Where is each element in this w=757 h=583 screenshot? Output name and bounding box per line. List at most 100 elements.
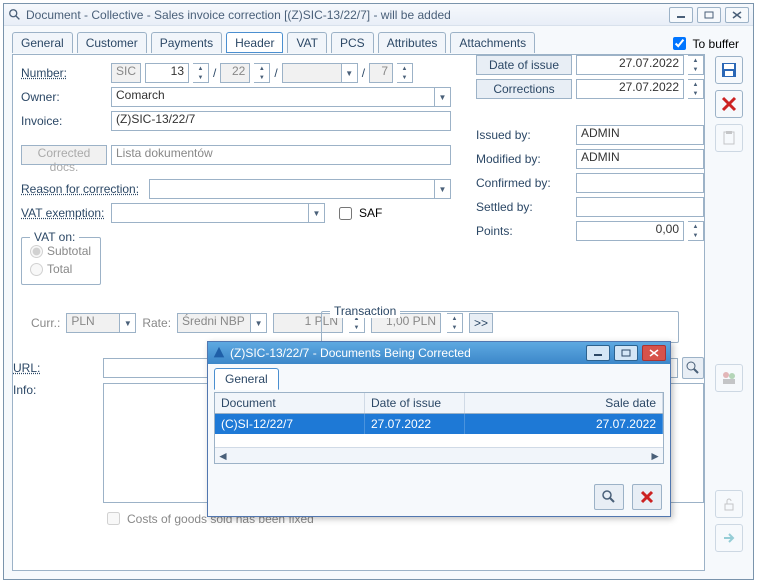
- tab-vat[interactable]: VAT: [287, 32, 327, 53]
- date-of-issue-button[interactable]: Date of issue: [476, 55, 572, 75]
- points-label: Points:: [476, 224, 572, 238]
- unlock-icon: [715, 490, 743, 518]
- tab-pcs[interactable]: PCS: [331, 32, 374, 53]
- rate-type-field: Średni NBP: [177, 313, 251, 333]
- magnifier-icon: [8, 8, 22, 22]
- corrections-button[interactable]: Corrections: [476, 79, 572, 99]
- reason-label: Reason for correction:: [21, 182, 145, 196]
- col-date[interactable]: Date of issue: [365, 393, 465, 413]
- vat-on-legend: VAT on:: [30, 230, 79, 244]
- sub-search-button[interactable]: [594, 484, 624, 510]
- info-label: Info:: [13, 383, 99, 397]
- col-sale[interactable]: Sale date: [465, 393, 663, 413]
- reason-field[interactable]: [149, 179, 435, 199]
- delete-icon[interactable]: [715, 90, 743, 118]
- number-prefix: SIC: [111, 63, 141, 83]
- issued-by-label: Issued by:: [476, 128, 572, 142]
- sub-window-title: (Z)SIC-13/22/7 - Documents Being Correct…: [230, 346, 471, 360]
- number-seg4-spinner[interactable]: ▲▼: [397, 63, 413, 83]
- saf-checkbox[interactable]: SAF: [335, 204, 382, 223]
- clipboard-icon: [715, 124, 743, 152]
- arrow-right-icon: [715, 524, 743, 552]
- save-icon[interactable]: [715, 56, 743, 84]
- vat-exemption-field[interactable]: [111, 203, 309, 223]
- modified-by-field: ADMIN: [576, 149, 704, 169]
- corrections-spin[interactable]: ▲▼: [688, 79, 704, 99]
- points-spin[interactable]: ▲▼: [688, 221, 704, 241]
- corrected-docs-field[interactable]: Lista dokumentów: [111, 145, 451, 165]
- rate-label: Rate:: [142, 316, 171, 330]
- sub-body: General Document Date of issue Sale date…: [208, 364, 670, 516]
- users-icon: [715, 364, 743, 392]
- confirmed-by-field: [576, 173, 704, 193]
- vat-subtotal-radio[interactable]: Subtotal: [30, 244, 92, 258]
- corrected-docs-button[interactable]: Corrected docs.: [21, 145, 107, 165]
- sub-tab-general[interactable]: General: [214, 368, 279, 390]
- to-buffer-checkbox[interactable]: To buffer: [669, 34, 745, 53]
- corrections-field[interactable]: 27.07.2022: [576, 79, 684, 99]
- minimize-button[interactable]: [669, 7, 693, 23]
- curr-drop[interactable]: ▼: [120, 313, 136, 333]
- number-seg3: [282, 63, 342, 83]
- tab-general[interactable]: General: [12, 32, 73, 53]
- issued-by-field: ADMIN: [576, 125, 704, 145]
- tab-attachments[interactable]: Attachments: [450, 32, 535, 53]
- number-seg3-drop[interactable]: ▼: [342, 63, 358, 83]
- vat-exemption-label: VAT exemption:: [21, 206, 107, 220]
- right-column: Date of issue 27.07.2022 ▲▼ Corrections …: [476, 55, 704, 245]
- vat-total-radio[interactable]: Total: [30, 262, 92, 276]
- sub-minimize-button[interactable]: [586, 345, 610, 361]
- sub-close-button[interactable]: [642, 345, 666, 361]
- number-seg2-spinner[interactable]: ▲▼: [254, 63, 270, 83]
- table-row[interactable]: (C)SI-12/22/7 27.07.2022 27.07.2022: [215, 414, 663, 434]
- cell-sale: 27.07.2022: [465, 414, 663, 434]
- settled-by-field: [576, 197, 704, 217]
- number-label: Number:: [21, 66, 107, 80]
- curr-field: PLN: [66, 313, 120, 333]
- curr-label: Curr.:: [31, 316, 60, 330]
- tabstrip: General Customer Payments Header VAT PCS…: [4, 26, 753, 53]
- close-button[interactable]: [725, 7, 749, 23]
- reason-drop[interactable]: ▼: [435, 179, 451, 199]
- url-browse-button[interactable]: [682, 357, 704, 379]
- sub-app-icon: [212, 346, 226, 360]
- cell-date: 27.07.2022: [365, 414, 465, 434]
- settled-by-label: Settled by:: [476, 200, 572, 214]
- transaction-legend: Transaction: [330, 304, 400, 318]
- grid-header: Document Date of issue Sale date: [215, 393, 663, 414]
- number-main[interactable]: 13: [145, 63, 189, 83]
- rate-type-drop[interactable]: ▼: [251, 313, 267, 333]
- cell-doc: (C)SI-12/22/7: [215, 414, 365, 434]
- owner-drop[interactable]: ▼: [435, 87, 451, 107]
- window-title: Document - Collective - Sales invoice co…: [26, 8, 451, 22]
- points-field[interactable]: 0,00: [576, 221, 684, 241]
- titlebar: Document - Collective - Sales invoice co…: [4, 4, 753, 26]
- date-of-issue-spin[interactable]: ▲▼: [688, 55, 704, 75]
- owner-field[interactable]: Comarch: [111, 87, 435, 107]
- number-seg4: 7: [369, 63, 393, 83]
- tab-header[interactable]: Header: [226, 32, 283, 53]
- sub-titlebar: (Z)SIC-13/22/7 - Documents Being Correct…: [208, 342, 670, 364]
- grid-scrollbar[interactable]: ◄►: [215, 447, 663, 463]
- tab-customer[interactable]: Customer: [77, 32, 147, 53]
- sub-maximize-button[interactable]: [614, 345, 638, 361]
- to-buffer-input[interactable]: [673, 37, 686, 50]
- invoice-label: Invoice:: [21, 114, 107, 128]
- tab-attributes[interactable]: Attributes: [378, 32, 447, 53]
- vat-exemption-drop[interactable]: ▼: [309, 203, 325, 223]
- date-of-issue-field[interactable]: 27.07.2022: [576, 55, 684, 75]
- owner-label: Owner:: [21, 90, 107, 104]
- number-main-spinner[interactable]: ▲▼: [193, 63, 209, 83]
- confirmed-by-label: Confirmed by:: [476, 176, 572, 190]
- invoice-field[interactable]: (Z)SIC-13/22/7: [111, 111, 451, 131]
- url-label: URL:: [13, 361, 99, 375]
- to-buffer-label: To buffer: [693, 37, 739, 51]
- sub-window: (Z)SIC-13/22/7 - Documents Being Correct…: [207, 341, 671, 517]
- maximize-button[interactable]: [697, 7, 721, 23]
- sub-grid: Document Date of issue Sale date (C)SI-1…: [214, 392, 664, 464]
- sidebar: [711, 56, 747, 552]
- modified-by-label: Modified by:: [476, 152, 572, 166]
- sub-delete-button[interactable]: [632, 484, 662, 510]
- tab-payments[interactable]: Payments: [151, 32, 222, 53]
- col-document[interactable]: Document: [215, 393, 365, 413]
